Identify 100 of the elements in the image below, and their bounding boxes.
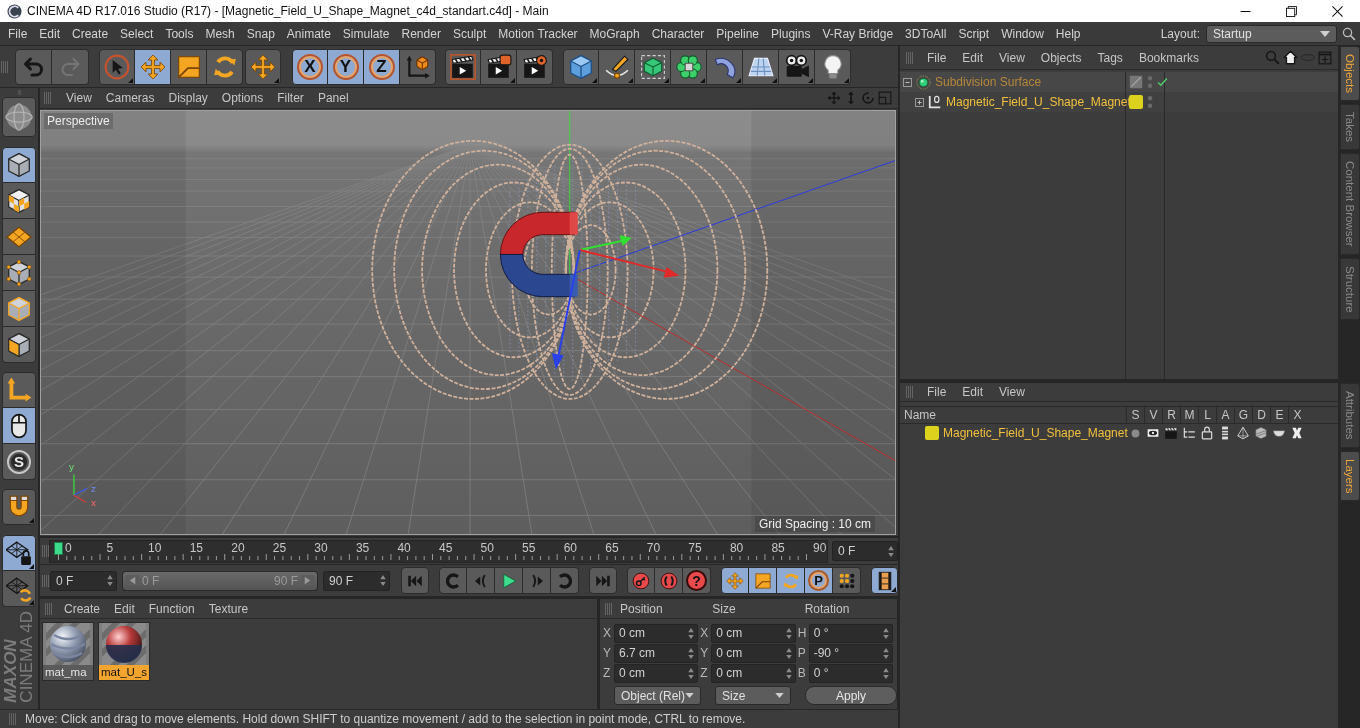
object-menu-item[interactable]: View	[991, 50, 1033, 65]
menu-item[interactable]: MoGraph	[583, 26, 646, 41]
layer-menu-item[interactable]: Edit	[954, 385, 992, 399]
deformer-button[interactable]	[707, 48, 743, 85]
apply-button[interactable]: Apply	[805, 686, 897, 705]
menu-item[interactable]: Render	[395, 26, 447, 41]
material-menu-item[interactable]: Function	[141, 601, 202, 616]
current-frame-field[interactable]: 0 F	[832, 541, 898, 561]
material-menu-item[interactable]: Texture	[201, 601, 256, 616]
lock-icon[interactable]	[1200, 426, 1214, 440]
eye-icon[interactable]	[1146, 426, 1160, 440]
home-icon[interactable]	[1283, 50, 1298, 65]
model-mode-button[interactable]	[2, 147, 36, 183]
render-settings-button[interactable]	[517, 48, 553, 85]
material-menu-item[interactable]: Edit	[107, 601, 142, 616]
object-menu-item[interactable]: Bookmarks	[1130, 50, 1207, 65]
y-axis-lock-button[interactable]: Y	[328, 48, 364, 85]
previous-key-button[interactable]	[439, 567, 467, 594]
menu-item[interactable]: 3DToAll	[899, 26, 953, 41]
tweak-mode-button[interactable]	[2, 408, 36, 444]
search-icon[interactable]	[1342, 26, 1356, 41]
x-mark-icon[interactable]	[1290, 426, 1304, 440]
go-to-start-button[interactable]	[401, 567, 429, 594]
end-frame-field[interactable]: 90 F	[323, 570, 390, 591]
align-workplane-button[interactable]	[2, 571, 36, 607]
menu-item[interactable]: Help	[1049, 26, 1087, 41]
clapperboard-icon[interactable]	[1164, 426, 1178, 440]
coordinate-field[interactable]: 0 °	[808, 663, 893, 683]
edges-mode-button[interactable]	[2, 291, 36, 327]
keyframe-selection-button[interactable]: ?	[683, 567, 711, 594]
move-tool-button[interactable]	[135, 48, 171, 85]
dot-icon[interactable]	[1130, 428, 1140, 438]
hierarchy-icon[interactable]	[1182, 426, 1196, 440]
side-tab[interactable]: Layers	[1340, 450, 1360, 502]
render-view-button[interactable]	[445, 48, 481, 85]
axis-mode-button[interactable]	[2, 372, 36, 408]
expand-icon[interactable]	[915, 97, 924, 107]
check-icon[interactable]	[1157, 77, 1168, 87]
collapse-icon[interactable]	[903, 77, 912, 87]
two-dots-icon[interactable]	[1147, 95, 1153, 109]
layer-menu-item[interactable]: View	[991, 385, 1033, 399]
menu-item[interactable]: Script	[952, 26, 996, 41]
snap-button[interactable]: S	[2, 444, 36, 480]
light-button[interactable]	[815, 48, 851, 85]
record-rotation-button[interactable]	[777, 567, 805, 594]
object-menu-item[interactable]: Edit	[954, 50, 992, 65]
menu-item[interactable]: Plugins	[765, 26, 817, 41]
material-tile[interactable]: mat_ma	[42, 622, 94, 681]
timeline-ruler[interactable]: 0 5 10 15 20 25 30 35 40 45 50 55 60 65 70 75 80 85 90	[49, 539, 828, 563]
live-selection-button[interactable]	[99, 48, 135, 85]
side-tab[interactable]: Objects	[1340, 46, 1360, 101]
menu-item[interactable]: Mesh	[199, 26, 241, 41]
two-dots-icon[interactable]	[1147, 75, 1153, 89]
coordinate-field[interactable]: 0 °	[808, 623, 893, 643]
menu-item[interactable]: Window	[995, 26, 1050, 41]
points-mode-button[interactable]	[2, 255, 36, 291]
workplane-mode-button[interactable]	[2, 219, 36, 255]
menu-item[interactable]: Snap	[240, 26, 281, 41]
record-position-button[interactable]	[721, 567, 749, 594]
coordinate-system-button[interactable]	[400, 48, 436, 85]
layer-menu-item[interactable]: File	[919, 385, 955, 399]
menu-item[interactable]: Motion Tracker	[492, 26, 584, 41]
object-menu-item[interactable]: File	[919, 50, 955, 65]
subdivision-surface-button[interactable]	[635, 48, 671, 85]
camera-button[interactable]	[779, 48, 815, 85]
play-button[interactable]	[495, 567, 523, 594]
material-menu-item[interactable]: Create	[57, 601, 108, 616]
viewport-menu-item[interactable]: Cameras	[98, 91, 162, 105]
coordinate-field[interactable]: 0 cm	[711, 643, 796, 663]
viewport-menu-item[interactable]: Options	[214, 91, 271, 105]
point-level-animation-button[interactable]	[833, 567, 861, 594]
material-tile[interactable]: mat_U_s	[98, 622, 150, 681]
texture-mode-button[interactable]	[2, 183, 36, 219]
menu-item[interactable]: Tools	[159, 26, 200, 41]
floor-button[interactable]	[743, 48, 779, 85]
coordinate-field[interactable]: -90 °	[808, 643, 893, 663]
playhead[interactable]	[54, 541, 63, 555]
object-menu-item[interactable]: Tags	[1089, 50, 1131, 65]
spline-pen-button[interactable]	[599, 48, 635, 85]
striped-hexagon-icon[interactable]	[1254, 426, 1268, 440]
undo-button[interactable]	[15, 48, 52, 85]
autokeying-button[interactable]	[655, 567, 683, 594]
coordinate-field[interactable]: 0 cm	[614, 663, 699, 683]
viewport-menu-item[interactable]: Display	[161, 91, 215, 105]
layer-color-swatch[interactable]	[1129, 95, 1143, 109]
layer-color-swatch[interactable]	[925, 426, 939, 440]
menu-item[interactable]: Simulate	[336, 26, 396, 41]
layer-name[interactable]: Magnetic_Field_U_Shape_Magnet	[943, 426, 1128, 440]
cloner-button[interactable]	[671, 48, 707, 85]
polygons-mode-button[interactable]	[2, 327, 36, 363]
coordinate-field[interactable]: 0 cm	[614, 623, 699, 643]
make-editable-button[interactable]	[2, 97, 36, 137]
magnet-button[interactable]	[2, 489, 36, 525]
record-scale-button[interactable]	[749, 567, 777, 594]
viewport-canvas[interactable]: Perspective y z x Grid Spacing : 10 cm	[40, 110, 896, 535]
rotate-tool-button[interactable]	[207, 48, 243, 85]
timeline-button[interactable]	[871, 567, 898, 594]
menu-item[interactable]: Pipeline	[710, 26, 766, 41]
viewport-menu-item[interactable]: Filter	[270, 91, 311, 105]
coordinate-mode-dropdown[interactable]: Object (Rel)	[614, 686, 701, 705]
